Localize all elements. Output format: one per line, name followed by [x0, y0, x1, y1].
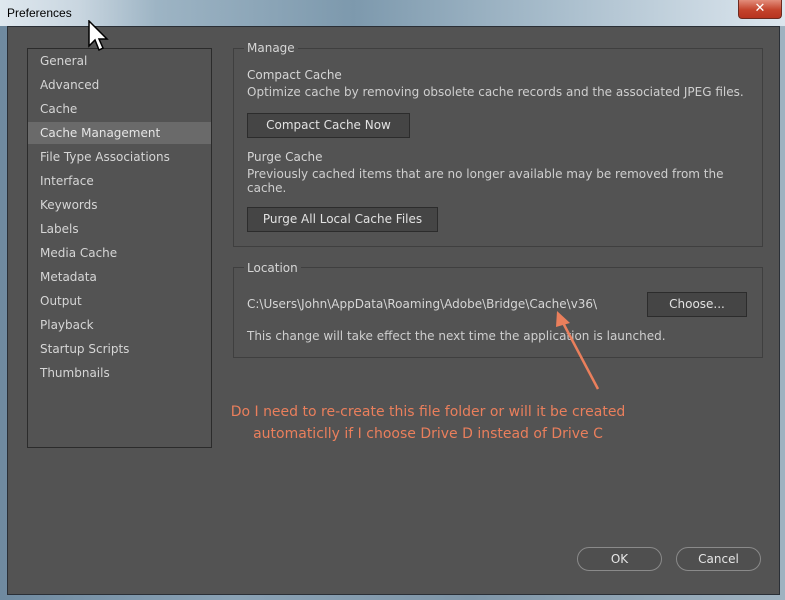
- purge-all-local-cache-files-button[interactable]: Purge All Local Cache Files: [247, 207, 438, 232]
- close-button[interactable]: ✕: [738, 0, 782, 19]
- manage-group-label: Manage: [244, 41, 298, 55]
- cache-location-path: C:\Users\John\AppData\Roaming\Adobe\Brid…: [247, 297, 598, 311]
- sidebar-item-thumbnails[interactable]: Thumbnails: [28, 362, 211, 384]
- purge-cache-description-line1: Previously cached items that are no long…: [247, 167, 724, 181]
- annotation-arrow-icon: [556, 311, 600, 390]
- annotation-line-2: automaticlly if I choose Drive D instead…: [253, 426, 603, 442]
- sidebar-item-startup-scripts[interactable]: Startup Scripts: [28, 338, 211, 360]
- sidebar-item-media-cache[interactable]: Media Cache: [28, 242, 211, 264]
- mouse-cursor-icon: [88, 20, 109, 52]
- sidebar-item-playback[interactable]: Playback: [28, 314, 211, 336]
- sidebar-item-metadata[interactable]: Metadata: [28, 266, 211, 288]
- sidebar-item-output[interactable]: Output: [28, 290, 211, 312]
- preferences-sidebar: General Advanced Cache Cache Management …: [27, 48, 212, 448]
- compact-cache-now-button[interactable]: Compact Cache Now: [247, 113, 410, 138]
- title-bar[interactable]: Preferences ✕: [0, 0, 785, 26]
- sidebar-item-file-type-associations[interactable]: File Type Associations: [28, 146, 211, 168]
- sidebar-item-cache[interactable]: Cache: [28, 98, 211, 120]
- sidebar-item-keywords[interactable]: Keywords: [28, 194, 211, 216]
- sidebar-item-cache-management[interactable]: Cache Management: [28, 122, 211, 144]
- dialog-body: General Advanced Cache Cache Management …: [7, 26, 780, 595]
- sidebar-item-interface[interactable]: Interface: [28, 170, 211, 192]
- annotation-line-1: Do I need to re-create this file folder …: [230, 404, 626, 420]
- purge-cache-title: Purge Cache: [247, 150, 323, 164]
- sidebar-item-general[interactable]: General: [28, 50, 211, 72]
- sidebar-item-advanced[interactable]: Advanced: [28, 74, 211, 96]
- compact-cache-title: Compact Cache: [247, 68, 342, 82]
- close-icon: ✕: [754, 1, 766, 16]
- location-group-label: Location: [244, 261, 301, 275]
- purge-cache-description-line2: cache.: [247, 181, 287, 195]
- ok-button[interactable]: OK: [577, 547, 662, 571]
- window-title: Preferences: [7, 6, 72, 20]
- choose-location-button[interactable]: Choose...: [647, 292, 747, 317]
- annotation-text: Do I need to re-create this file folder …: [198, 401, 658, 445]
- cancel-button[interactable]: Cancel: [676, 547, 761, 571]
- sidebar-item-labels[interactable]: Labels: [28, 218, 211, 240]
- preferences-window: Preferences ✕ General Advanced Cache Cac…: [0, 0, 785, 600]
- compact-cache-description: Optimize cache by removing obsolete cach…: [247, 85, 744, 99]
